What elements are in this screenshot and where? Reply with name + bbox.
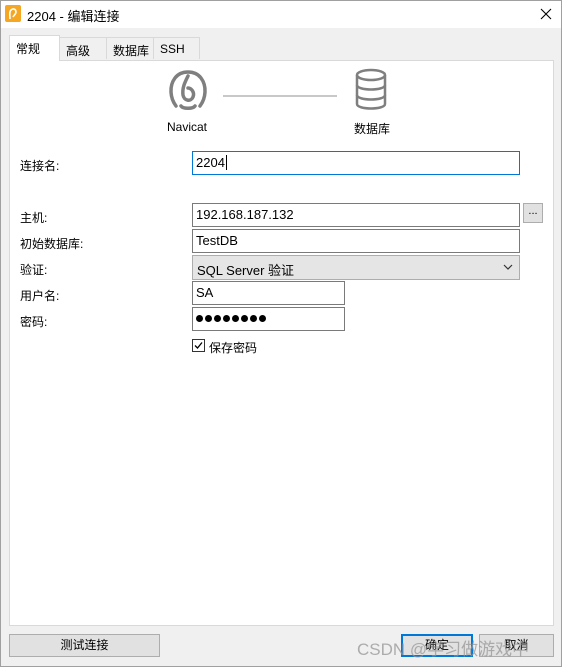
tab-general[interactable]: 常规 <box>9 35 60 61</box>
chevron-down-icon <box>503 264 513 270</box>
password-mask <box>196 311 341 322</box>
save-password-checkbox[interactable] <box>192 339 205 352</box>
password-dot <box>223 315 230 322</box>
server-caption: 数据库 <box>354 122 391 136</box>
connection-line <box>223 95 337 97</box>
authentication-value: SQL Server 验证 <box>197 263 295 278</box>
password-dot <box>205 315 212 322</box>
password-label: 密码: <box>20 315 48 329</box>
initial-database-input[interactable]: TestDB <box>192 229 520 253</box>
cancel-button[interactable]: 取消 <box>479 634 554 657</box>
initial-database-label: 初始数据库: <box>20 237 84 251</box>
tab-ssh[interactable]: SSH <box>153 37 200 59</box>
save-password-label: 保存密码 <box>209 341 258 355</box>
database-icon <box>355 68 387 110</box>
password-dot <box>259 315 266 322</box>
title-bar: 2204 - 编辑连接 <box>1 1 561 28</box>
username-input[interactable]: SA <box>192 281 345 305</box>
connection-name-input[interactable]: 2204 <box>192 151 520 175</box>
authentication-label: 验证: <box>20 263 48 277</box>
password-dot <box>196 315 203 322</box>
navicat-logo-icon <box>169 70 207 110</box>
app-icon <box>5 5 21 22</box>
host-browse-button[interactable]: ... <box>523 203 543 223</box>
connection-name-label: 连接名: <box>20 159 60 173</box>
tab-panel-general <box>9 60 554 626</box>
test-connection-button[interactable]: 测试连接 <box>9 634 160 657</box>
close-icon <box>540 8 552 20</box>
username-label: 用户名: <box>20 289 60 303</box>
client-caption: Navicat <box>167 120 208 134</box>
close-button[interactable] <box>535 4 557 24</box>
password-dot <box>241 315 248 322</box>
host-input[interactable]: 192.168.187.132 <box>192 203 520 227</box>
text-caret <box>225 155 227 170</box>
tab-advanced[interactable]: 高级 <box>59 37 107 59</box>
authentication-select[interactable]: SQL Server 验证 <box>192 255 520 280</box>
checkmark-icon <box>194 342 203 349</box>
window-title: 2204 - 编辑连接 <box>27 9 120 24</box>
password-input[interactable] <box>192 307 345 331</box>
edit-connection-dialog: 2204 - 编辑连接 常规 高级 数据库 SSH Navicat 数据库 连接… <box>0 0 562 667</box>
password-dot <box>250 315 257 322</box>
ok-button[interactable]: 确定 <box>401 634 473 657</box>
host-label: 主机: <box>20 211 48 225</box>
password-dot <box>214 315 221 322</box>
tab-databases[interactable]: 数据库 <box>106 37 154 59</box>
connection-name-value: 2204 <box>196 155 225 170</box>
password-dot <box>232 315 239 322</box>
